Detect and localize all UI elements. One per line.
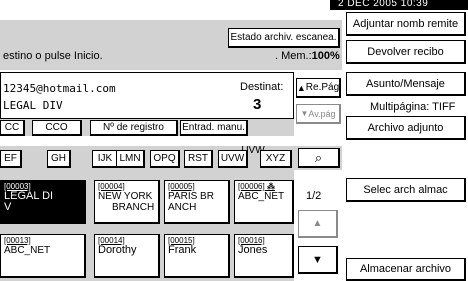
entry-line: Dorothy xyxy=(98,244,137,256)
next-page-label: Av.pág xyxy=(308,108,336,119)
destination-count-label: Destinat: xyxy=(240,81,284,93)
tab-cco[interactable]: CCO xyxy=(32,120,82,136)
scroll-up-button[interactable]: ▲ xyxy=(298,210,338,238)
triangle-down-icon: ▼ xyxy=(300,109,309,118)
return-receipt-button[interactable]: Devolver recibo xyxy=(346,40,466,64)
prev-page-button[interactable]: ▲ Re.Pág xyxy=(296,78,341,98)
entry-line: NEW YORK xyxy=(98,191,153,202)
entry-line: V xyxy=(4,201,12,213)
triangle-up-icon: ▲ xyxy=(296,82,306,93)
entry-00015[interactable]: [00015] Frank xyxy=(164,234,230,278)
entry-00006[interactable]: [00006] ⁂ ABC_NET xyxy=(234,180,294,224)
index-key-lmn[interactable]: LMN xyxy=(116,150,145,168)
destination-email: 12345@hotmail.com xyxy=(3,82,116,95)
index-key-ijk[interactable]: IJK xyxy=(92,150,119,168)
index-key-ef[interactable]: EF xyxy=(0,150,22,168)
memory-label: . Mem.: xyxy=(275,50,312,62)
scan-status-button[interactable]: Estado archiv. escanea. xyxy=(228,28,340,48)
header-hint: estino o pulse Inicio. xyxy=(3,50,103,62)
destination-count: 3 xyxy=(253,96,262,113)
select-stored-file-button[interactable]: Selec arch almac xyxy=(346,178,466,202)
entry-00016[interactable]: [00016] Jones xyxy=(234,234,294,278)
multipage-label: Multipágina: TIFF xyxy=(370,101,456,113)
search-icon: ⌕ xyxy=(314,149,323,165)
attach-sender-name-button[interactable]: Adjuntar nomb remite xyxy=(346,12,466,36)
entry-00013[interactable]: [00013] ABC_NET xyxy=(0,234,86,278)
store-file-button[interactable]: Almacenar archivo xyxy=(346,258,466,281)
entry-line: BRANCH xyxy=(112,202,155,213)
entry-line: ABC_NET xyxy=(4,245,51,256)
triangle-down-icon: ▼ xyxy=(312,253,323,266)
tab-manual-entry[interactable]: Entrad. manu. xyxy=(180,120,248,136)
tab-cc[interactable]: CC xyxy=(0,120,25,136)
entry-line: Frank xyxy=(168,244,197,256)
tab-registration-number[interactable]: Nº de registro xyxy=(90,120,178,136)
entry-00014[interactable]: [00014] Dorothy xyxy=(94,234,160,278)
prev-page-label: Re.Pág xyxy=(305,82,340,93)
datetime: 2 DEC 2005 10:39 xyxy=(338,0,429,9)
search-button[interactable]: ⌕ xyxy=(298,148,340,168)
next-page-button[interactable]: ▼ Av.pág xyxy=(296,104,341,124)
subject-message-button[interactable]: Asunto/Mensaje xyxy=(346,72,466,96)
entry-line: PARIS BR xyxy=(168,191,214,202)
entry-code: [00005] xyxy=(168,182,195,191)
group-icon: ⁂ xyxy=(266,182,275,191)
entry-line: ANCH xyxy=(168,202,197,213)
index-key-opq[interactable]: OPQ xyxy=(150,150,180,168)
entry-00005[interactable]: [00005] PARIS BR ANCH xyxy=(164,180,230,224)
entry-code: [00006] ⁂ xyxy=(238,182,275,191)
entry-00003[interactable]: [00003] LEGAL DI V xyxy=(0,180,86,224)
memory-value: 100% xyxy=(311,50,340,62)
destination-name: LEGAL DIV xyxy=(3,99,63,112)
scroll-down-button[interactable]: ▼ xyxy=(298,246,338,274)
triangle-up-icon: ▲ xyxy=(312,218,323,229)
entry-00004[interactable]: [00004] NEW YORK BRANCH xyxy=(94,180,160,224)
entry-line: LEGAL DI xyxy=(4,190,54,202)
entry-code: [00004] xyxy=(98,182,125,191)
entry-line: ABC_NET xyxy=(238,191,285,202)
attached-file-button[interactable]: Archivo adjunto xyxy=(346,116,466,140)
index-key-uvw-visible[interactable]: UVW xyxy=(218,150,248,168)
index-key-xyz[interactable]: XYZ xyxy=(260,150,292,168)
entry-line: Jones xyxy=(238,244,268,256)
index-key-rst[interactable]: RST xyxy=(184,150,213,168)
page-indicator: 1/2 xyxy=(306,190,322,202)
entry-code: [00013] xyxy=(4,236,31,245)
index-key-gh[interactable]: GH xyxy=(47,150,71,168)
memory-readout: . Mem.:100% xyxy=(275,50,340,62)
